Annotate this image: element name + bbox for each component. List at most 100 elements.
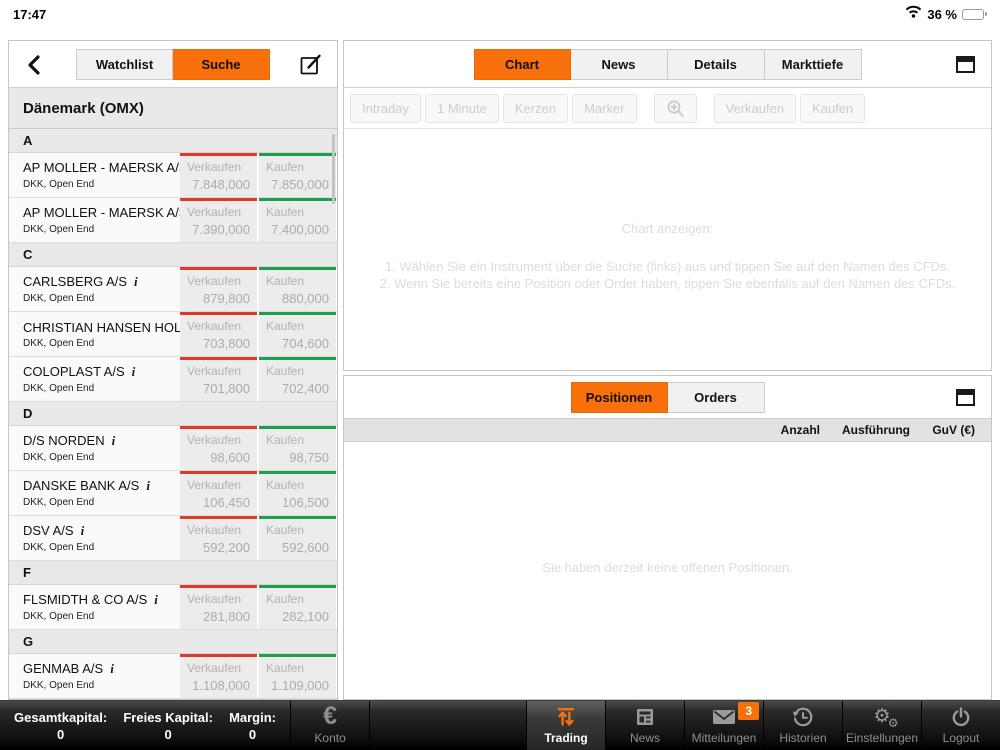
instrument-name-cell[interactable]: CARLSBERG A/S i DKK, Open End — [9, 267, 180, 311]
toolbar-button-kerzen[interactable]: Kerzen — [502, 93, 569, 123]
instrument-subtitle: DKK, Open End — [23, 680, 95, 691]
stat-value: 0 — [248, 726, 257, 742]
info-icon[interactable]: i — [146, 478, 150, 493]
trading-icon — [554, 703, 578, 730]
toolbar-button-1-minute[interactable]: 1 Minute — [424, 93, 499, 123]
buy-button[interactable]: Kaufen 7.400,000 — [259, 198, 336, 242]
toolbar-button-kaufen[interactable]: Kaufen — [800, 93, 866, 123]
info-icon[interactable]: i — [154, 592, 158, 607]
positions-panel: Positionen Orders Anzahl Ausführung GuV (€)… — [343, 375, 992, 700]
buy-button[interactable]: Kaufen 7.850,000 — [259, 153, 336, 197]
info-icon[interactable]: i — [81, 523, 85, 538]
info-icon[interactable]: i — [112, 433, 116, 448]
instrument-name[interactable]: COLOPLAST A/S — [23, 364, 125, 379]
sell-button[interactable]: Verkaufen 7.390,000 — [180, 198, 257, 242]
stat-freies-kapital: Freies Kapital: 0 — [123, 710, 213, 742]
nav-item-logout[interactable]: Logout — [921, 701, 1000, 750]
buy-button[interactable]: Kaufen 880,000 — [259, 267, 336, 311]
instrument-name-cell[interactable]: AP MOLLER - MAERSK A/Si DKK, Open End — [9, 153, 180, 197]
instrument-name-cell[interactable]: AP MOLLER - MAERSK A/S - Ai DKK, Open En… — [9, 198, 180, 242]
sell-price: 7.848,000 — [192, 177, 250, 192]
instrument-name[interactable]: CARLSBERG A/S — [23, 274, 127, 289]
sell-button[interactable]: Verkaufen 281,800 — [180, 585, 257, 629]
instrument-name[interactable]: AP MOLLER - MAERSK A/S — [23, 160, 180, 175]
sell-button[interactable]: Verkaufen 703,800 — [180, 312, 257, 356]
tab-markttiefe[interactable]: Markttiefe — [764, 49, 862, 80]
nav-item-label: News — [629, 731, 660, 745]
tab-details[interactable]: Details — [667, 49, 765, 80]
sell-button-label: Verkaufen — [187, 205, 242, 219]
buy-button-label: Kaufen — [266, 592, 305, 606]
buy-button[interactable]: Kaufen 704,600 — [259, 312, 336, 356]
instrument-name-cell[interactable]: CHRISTIAN HANSEN HOLDING... DKK, Open En… — [9, 312, 180, 356]
nav-item-mitteilungen[interactable]: Mitteilungen 3 — [684, 701, 763, 750]
expand-window-icon[interactable] — [956, 56, 975, 73]
instrument-search-panel: Watchlist Suche Dänemark (OMX) A AP MOLLE… — [8, 40, 338, 700]
sell-price: 7.390,000 — [192, 222, 250, 237]
region-header: Dänemark (OMX) — [9, 88, 337, 129]
nav-item-trading[interactable]: Trading — [526, 701, 605, 750]
instrument-name-cell[interactable]: DANSKE BANK A/S i DKK, Open End — [9, 471, 180, 515]
column-header-guv: GuV (€) — [932, 423, 975, 437]
info-icon[interactable]: i — [134, 274, 138, 289]
instrument-name-cell[interactable]: DSV A/S i DKK, Open End — [9, 516, 180, 560]
nav-item-historien[interactable]: Historien — [763, 701, 842, 750]
scrollbar-thumb[interactable] — [332, 134, 335, 204]
buy-button[interactable]: Kaufen 1.109,000 — [259, 654, 336, 698]
sell-button[interactable]: Verkaufen 1.108,000 — [180, 654, 257, 698]
sell-button-label: Verkaufen — [187, 274, 242, 288]
back-icon[interactable] — [28, 55, 40, 80]
nav-item-label: Einstellungen — [845, 731, 919, 745]
info-icon[interactable]: i — [132, 364, 136, 379]
tab-suche[interactable]: Suche — [173, 49, 270, 80]
buy-button[interactable]: Kaufen 106,500 — [259, 471, 336, 515]
chart-placeholder-title: Chart anzeigen: — [621, 221, 714, 236]
buy-button[interactable]: Kaufen 592,600 — [259, 516, 336, 560]
instrument-name-cell[interactable]: GENMAB A/S i DKK, Open End — [9, 654, 180, 698]
nav-item-konto[interactable]: € Konto — [290, 701, 369, 750]
instrument-name[interactable]: AP MOLLER - MAERSK A/S - A — [23, 205, 180, 220]
sell-button[interactable]: Verkaufen 701,800 — [180, 357, 257, 401]
nav-item-label: Trading — [544, 731, 588, 745]
buy-button[interactable]: Kaufen 702,400 — [259, 357, 336, 401]
tab-news[interactable]: News — [570, 49, 668, 80]
sell-button[interactable]: Verkaufen 106,450 — [180, 471, 257, 515]
instrument-name-cell[interactable]: FLSMIDTH & CO A/S i DKK, Open End — [9, 585, 180, 629]
nav-item-news[interactable]: News — [605, 701, 684, 750]
sell-button[interactable]: Verkaufen 7.848,000 — [180, 153, 257, 197]
instrument-name[interactable]: GENMAB A/S — [23, 661, 103, 676]
expand-window-icon[interactable] — [956, 389, 975, 406]
instrument-name[interactable]: CHRISTIAN HANSEN HOLDING... — [23, 320, 180, 335]
tab-orders[interactable]: Orders — [667, 382, 765, 413]
nav-item-einstellungen[interactable]: ⚙ ⚙ Einstellungen — [842, 701, 921, 750]
sell-button[interactable]: Verkaufen 98,600 — [180, 426, 257, 470]
buy-button-label: Kaufen — [266, 661, 305, 675]
buy-button-label: Kaufen — [266, 160, 305, 174]
instrument-name[interactable]: DANSKE BANK A/S — [23, 478, 139, 493]
toolbar-button-verkaufen[interactable]: Verkaufen — [713, 93, 797, 123]
sell-button[interactable]: Verkaufen 592,200 — [180, 516, 257, 560]
instrument-name-cell[interactable]: COLOPLAST A/S i DKK, Open End — [9, 357, 180, 401]
compose-icon[interactable] — [299, 53, 322, 81]
tab-watchlist[interactable]: Watchlist — [76, 49, 173, 80]
chart-toolbar: Intraday 1 Minute Kerzen Marker Verkaufen Kau… — [344, 88, 991, 129]
instrument-name[interactable]: FLSMIDTH & CO A/S — [23, 592, 147, 607]
buy-button[interactable]: Kaufen 282,100 — [259, 585, 336, 629]
mail-icon — [711, 703, 737, 730]
toolbar-button-marker[interactable]: Marker — [572, 93, 637, 123]
toolbar-button-intraday[interactable]: Intraday — [350, 93, 421, 123]
sell-button[interactable]: Verkaufen 879,800 — [180, 267, 257, 311]
buy-button[interactable]: Kaufen 98,750 — [259, 426, 336, 470]
sell-button-label: Verkaufen — [187, 364, 242, 378]
sell-button-label: Verkaufen — [187, 319, 242, 333]
zoom-in-icon[interactable] — [653, 93, 697, 123]
tab-positionen[interactable]: Positionen — [570, 382, 668, 413]
stat-label: Gesamtkapital: — [14, 709, 108, 725]
info-icon[interactable]: i — [110, 661, 114, 676]
instrument-name[interactable]: D/S NORDEN — [23, 433, 105, 448]
instrument-name[interactable]: DSV A/S — [23, 523, 74, 538]
instrument-name-cell[interactable]: D/S NORDEN i DKK, Open End — [9, 426, 180, 470]
instrument-row: CARLSBERG A/S i DKK, Open End Verkaufen 8… — [9, 267, 337, 312]
sell-price: 701,800 — [203, 381, 250, 396]
tab-chart[interactable]: Chart — [473, 49, 571, 80]
